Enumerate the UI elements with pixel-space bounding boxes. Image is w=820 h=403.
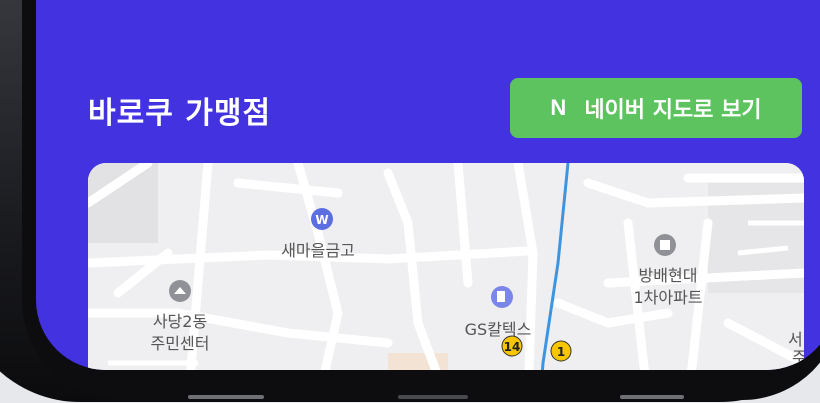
charging-port [398,395,468,399]
place-label-edge-1: 서 [788,330,803,349]
gas-station-icon[interactable] [491,286,513,308]
svg-text:W: W [315,213,328,227]
apartment-icon[interactable] [654,234,676,256]
place-label-center-2: 주민센터 [151,334,210,353]
speaker-grille-left [188,395,264,399]
speaker-grille-right [620,395,684,399]
map-view[interactable]: W 새마을금고 사당2동 주민센터 GS칼텍스 방배현대 1차아파트 서 주 1… [88,163,804,370]
route-badge-14: 14 [501,335,523,357]
svg-text:14: 14 [504,340,521,354]
place-label-edge-2: 주 [792,348,804,367]
section-title: 바로쿠 가맹점 [88,96,272,131]
place-label-gas-station: GS칼텍스 [465,320,532,339]
place-label-bank: 새마을금고 [281,241,355,260]
naver-map-button-label: 네이버 지도로 보기 [584,98,762,123]
naver-logo-icon: N [550,95,567,120]
place-label-center-1: 사당2동 [153,312,207,331]
place-label-apartment-1: 방배현대 [639,266,698,285]
phone-screen: 바로쿠 가맹점 N 네이버 지도로 보기 W 새마을금고 사당2동 주민센터 G… [36,0,820,370]
bank-icon[interactable]: W [311,208,333,230]
naver-map-button[interactable]: N 네이버 지도로 보기 [510,78,802,138]
route-badge-1: 1 [550,340,572,362]
community-center-icon[interactable] [169,280,191,302]
svg-text:1: 1 [557,345,565,359]
place-label-apartment-2: 1차아파트 [633,288,702,307]
map-canvas: W 새마을금고 사당2동 주민센터 GS칼텍스 방배현대 1차아파트 서 주 1… [88,163,804,370]
